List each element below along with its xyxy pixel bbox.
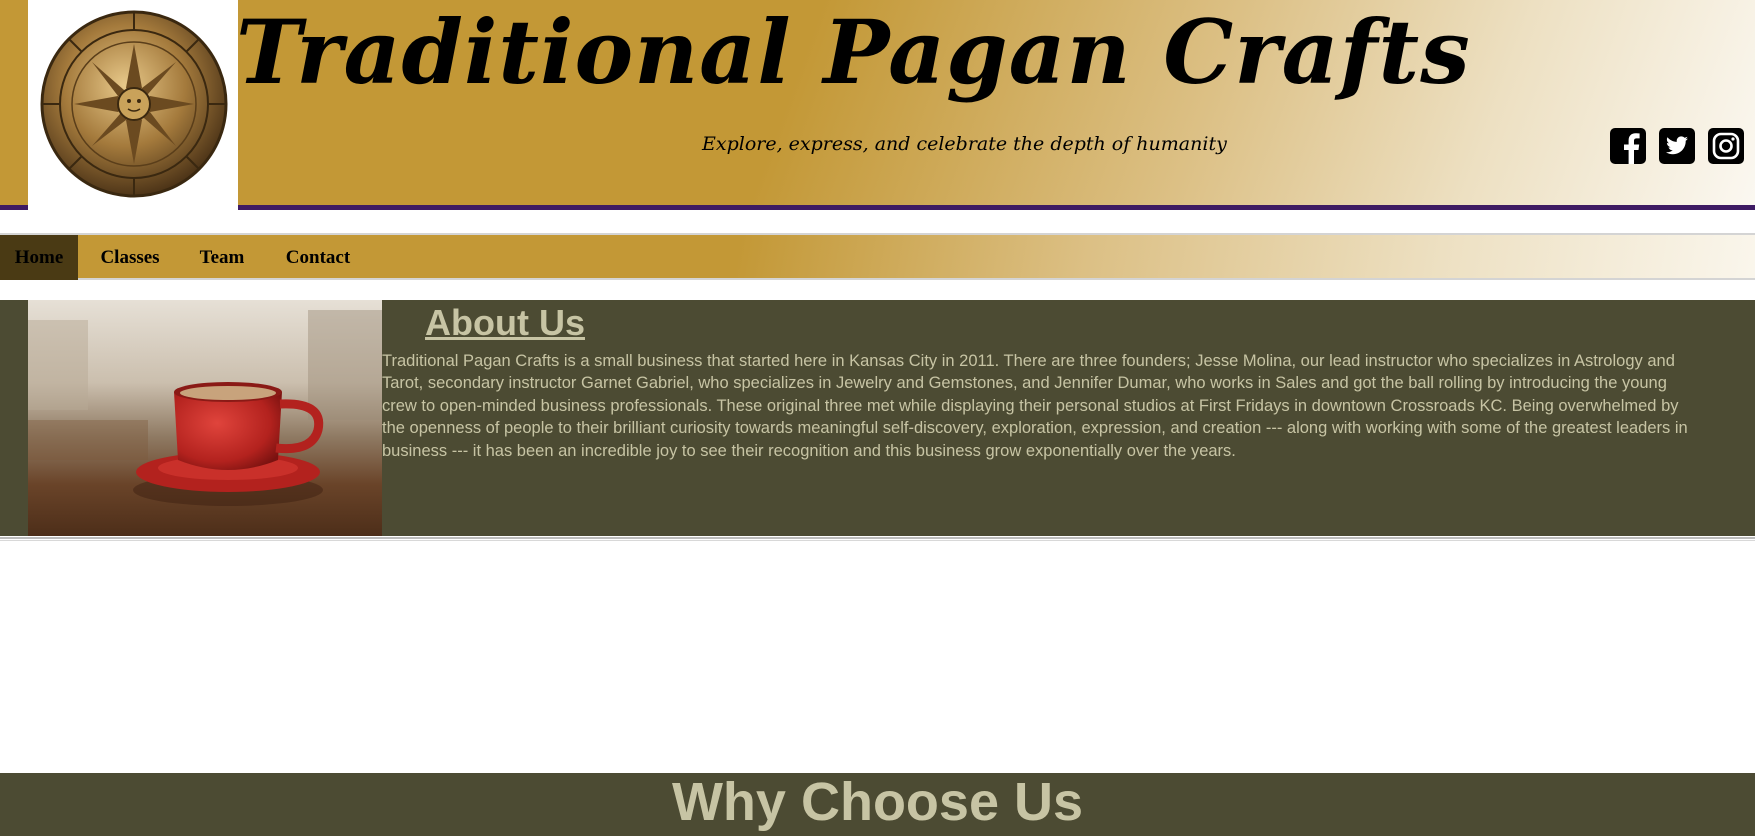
facebook-icon[interactable] <box>1610 128 1646 164</box>
logo[interactable] <box>28 0 238 210</box>
about-body: Traditional Pagan Crafts is a small busi… <box>382 352 1688 460</box>
site-tagline: Explore, express, and celebrate the dept… <box>702 133 1227 155</box>
site-header: Traditional Pagan Crafts Explore, expres… <box>0 0 1755 210</box>
main-nav: Home Classes Team Contact <box>0 235 1755 280</box>
instagram-icon[interactable] <box>1708 128 1744 164</box>
about-section: About Us Traditional Pagan Crafts is a s… <box>0 300 1755 536</box>
nav-item-team[interactable]: Team <box>196 235 248 280</box>
site-title: Traditional Pagan Crafts <box>236 0 1471 104</box>
nav-item-contact[interactable]: Contact <box>282 235 354 280</box>
section-divider <box>0 537 1755 541</box>
why-section: Why Choose Us <box>0 773 1755 836</box>
why-title: Why Choose Us <box>671 773 1084 832</box>
sun-medallion-icon <box>40 10 228 198</box>
red-coffee-cup-photo <box>28 300 382 536</box>
about-title: About Us <box>425 302 585 343</box>
nav-item-home[interactable]: Home <box>0 235 78 280</box>
twitter-icon[interactable] <box>1659 128 1695 164</box>
nav-item-classes[interactable]: Classes <box>96 235 164 280</box>
